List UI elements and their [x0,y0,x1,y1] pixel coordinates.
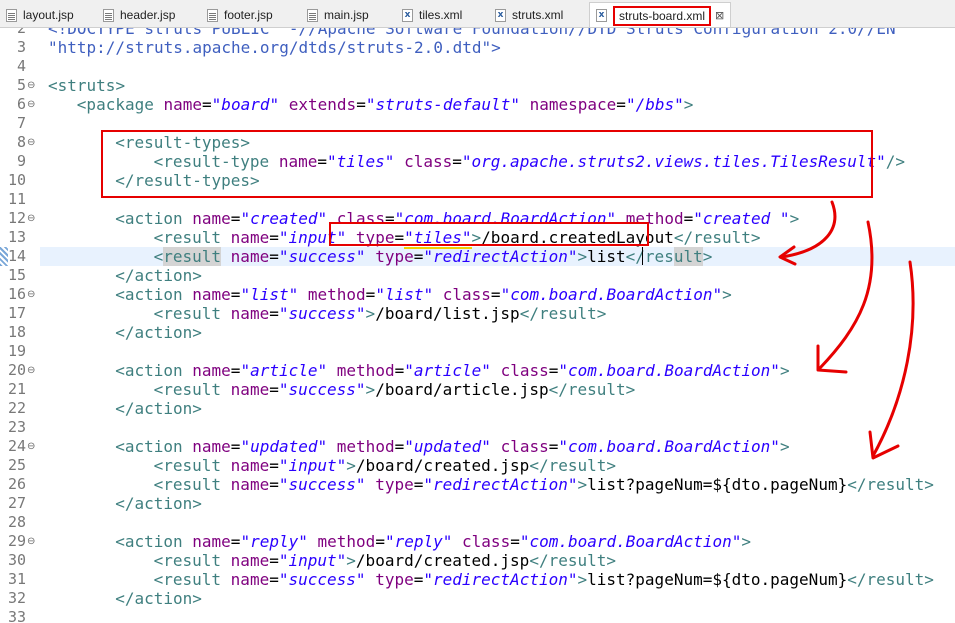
jsp-file-icon [103,8,114,22]
tab-header-jsp[interactable]: header.jsp [103,5,175,25]
jsp-file-icon [6,8,17,22]
tab-struts-xml[interactable]: x struts.xml [495,5,563,25]
arrow-stroke [816,344,848,374]
tab-label: main.jsp [324,8,369,22]
tab-label: header.jsp [120,8,176,22]
xml-file-icon: x [596,9,607,22]
tab-tiles-xml[interactable]: x tiles.xml [402,5,462,25]
editor-tab-bar: layout.jsp header.jsp footer.jsp main.js… [0,0,955,28]
jsp-file-icon [207,8,218,22]
xml-file-icon: x [402,8,413,22]
close-tab-icon[interactable]: ⊠ [715,9,724,22]
tab-struts-board-xml[interactable]: x struts-board.xml ⊠ [589,2,732,27]
tab-label: struts-board.xml [613,5,712,26]
tab-label: tiles.xml [419,8,463,22]
tab-main-jsp[interactable]: main.jsp [307,5,369,25]
arrow-stroke [871,260,915,458]
tab-footer-jsp[interactable]: footer.jsp [207,5,273,25]
tab-label: struts.xml [512,8,564,22]
xml-file-icon: x [495,8,506,22]
jsp-file-icon [307,8,318,22]
arrow-stroke [818,220,874,370]
annotation-arrows [778,200,915,460]
tab-layout-jsp[interactable]: layout.jsp [6,5,74,25]
code-editor[interactable]: 2 <!DOCTYPE struts PUBLIC "-//Apache Soft… [0,28,955,623]
tab-label: layout.jsp [23,8,74,22]
tab-label: footer.jsp [224,8,273,22]
